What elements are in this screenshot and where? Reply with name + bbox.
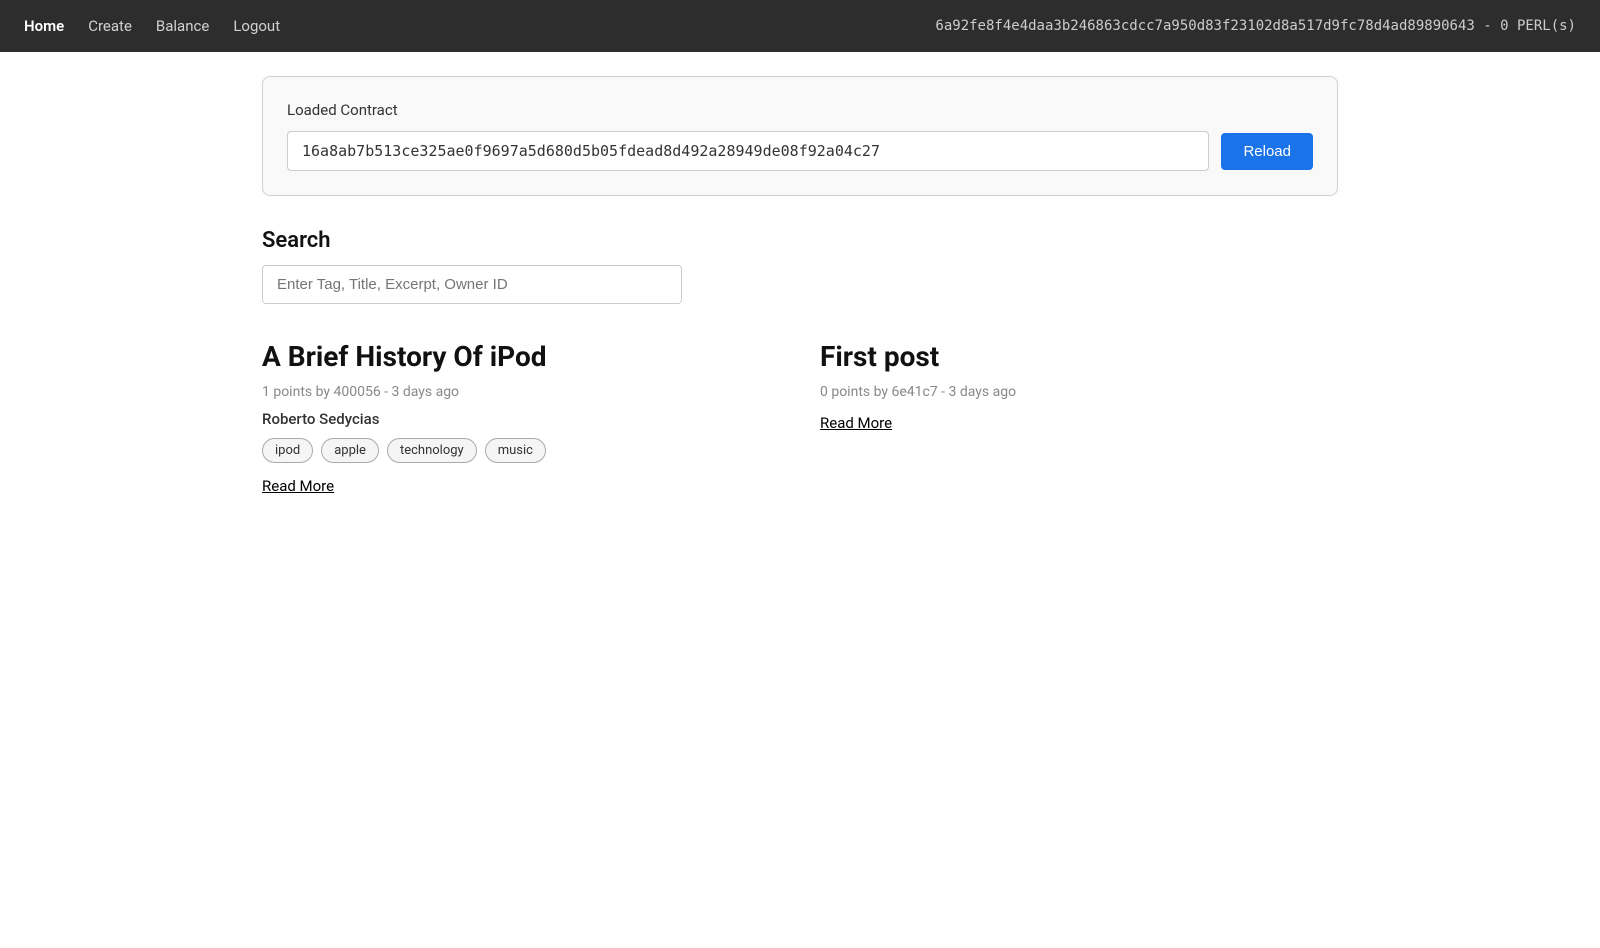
tag-technology[interactable]: technology (387, 438, 477, 463)
read-more-1[interactable]: Read More (820, 414, 1338, 432)
tag-ipod[interactable]: ipod (262, 438, 313, 463)
nav-left: Home Create Balance Logout (24, 17, 280, 35)
navbar: Home Create Balance Logout 6a92fe8f4e4daa3b… (0, 0, 1600, 52)
post-meta-1: 0 points by 6e41c7 - 3 days ago (820, 384, 1338, 400)
post-author-0: Roberto Sedycias (262, 410, 780, 428)
post-card-1: First post 0 points by 6e41c7 - 3 days ag… (820, 340, 1338, 495)
tag-apple[interactable]: apple (321, 438, 379, 463)
nav-item-balance[interactable]: Balance (156, 17, 209, 35)
account-info: 6a92fe8f4e4daa3b246863cdcc7a950d83f23102… (935, 18, 1576, 34)
post-card-0: A Brief History Of iPod 1 points by 40005… (262, 340, 780, 495)
nav-item-home[interactable]: Home (24, 17, 64, 35)
post-meta-0: 1 points by 400056 - 3 days ago (262, 384, 780, 400)
nav-item-create[interactable]: Create (88, 17, 132, 35)
post-tags-0: ipod apple technology music (262, 438, 780, 463)
tag-music[interactable]: music (485, 438, 546, 463)
posts-grid: A Brief History Of iPod 1 points by 40005… (262, 340, 1338, 495)
search-title: Search (262, 228, 1338, 253)
post-title-0: A Brief History Of iPod (262, 340, 780, 374)
contract-input-row: Reload (287, 131, 1313, 171)
search-section: Search (262, 228, 1338, 304)
post-title-1: First post (820, 340, 1338, 374)
contract-input[interactable] (287, 131, 1209, 171)
search-input[interactable] (262, 265, 682, 304)
reload-button[interactable]: Reload (1221, 133, 1313, 170)
read-more-0[interactable]: Read More (262, 477, 780, 495)
nav-item-logout[interactable]: Logout (233, 17, 280, 35)
contract-box: Loaded Contract Reload (262, 76, 1338, 196)
contract-label: Loaded Contract (287, 101, 1313, 119)
main-content: Loaded Contract Reload Search A Brief Hi… (230, 52, 1370, 519)
